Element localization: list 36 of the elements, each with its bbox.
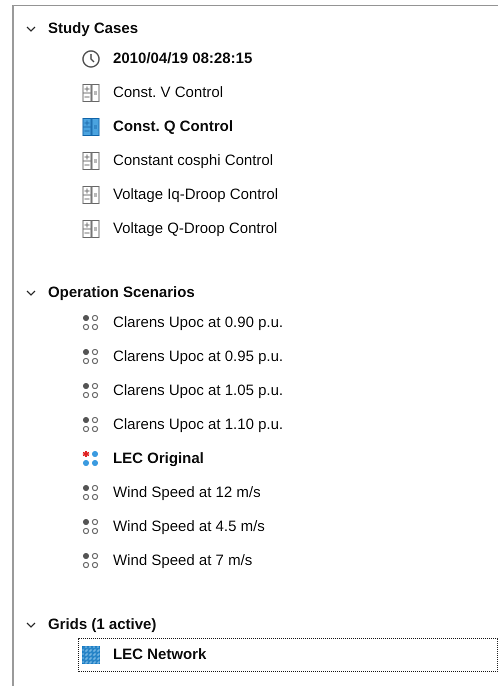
case-table-icon xyxy=(81,185,101,205)
dots-icon xyxy=(81,381,101,401)
chevron-down-icon[interactable] xyxy=(26,24,36,34)
dots-icon xyxy=(81,483,101,503)
tree-item[interactable]: Wind Speed at 7 m/s xyxy=(78,544,498,578)
tree-item[interactable]: Constant cosphi Control xyxy=(78,144,498,178)
case-table-icon xyxy=(81,117,101,137)
dots-icon xyxy=(81,415,101,435)
dots-icon xyxy=(81,551,101,571)
group-header[interactable]: Study Cases xyxy=(48,18,138,40)
dots-icon xyxy=(81,517,101,537)
case-table-icon xyxy=(81,151,101,171)
dots-icon xyxy=(81,313,101,333)
group-header[interactable]: Grids (1 active) xyxy=(48,614,156,636)
tree-item[interactable]: Clarens Upoc at 1.10 p.u. xyxy=(78,408,498,442)
grid-icon xyxy=(81,645,101,665)
tree-item[interactable]: Voltage Q-Droop Control xyxy=(78,212,498,246)
case-table-icon xyxy=(81,219,101,239)
tree-item[interactable]: Clarens Upoc at 0.90 p.u. xyxy=(78,306,498,340)
tree-item[interactable]: LEC Network xyxy=(78,638,498,672)
case-table-icon xyxy=(81,83,101,103)
group-header[interactable]: Operation Scenarios xyxy=(48,282,195,304)
chevron-down-icon[interactable] xyxy=(26,620,36,630)
tree-item[interactable]: Clarens Upoc at 0.95 p.u. xyxy=(78,340,498,374)
chevron-down-icon[interactable] xyxy=(26,288,36,298)
tree-item[interactable]: Wind Speed at 12 m/s xyxy=(78,476,498,510)
tree-item[interactable]: 2010/04/19 08:28:15 xyxy=(78,42,498,76)
tree-item[interactable]: Voltage Iq-Droop Control xyxy=(78,178,498,212)
tree-item[interactable]: Const. Q Control xyxy=(78,110,498,144)
dots-icon xyxy=(81,449,101,469)
tree-item[interactable]: Clarens Upoc at 1.05 p.u. xyxy=(78,374,498,408)
dots-icon xyxy=(81,347,101,367)
tree-item[interactable]: Const. V Control xyxy=(78,76,498,110)
clock-icon xyxy=(81,49,101,69)
tree-item[interactable]: LEC Original xyxy=(78,442,498,476)
tree-item[interactable]: Wind Speed at 4.5 m/s xyxy=(78,510,498,544)
